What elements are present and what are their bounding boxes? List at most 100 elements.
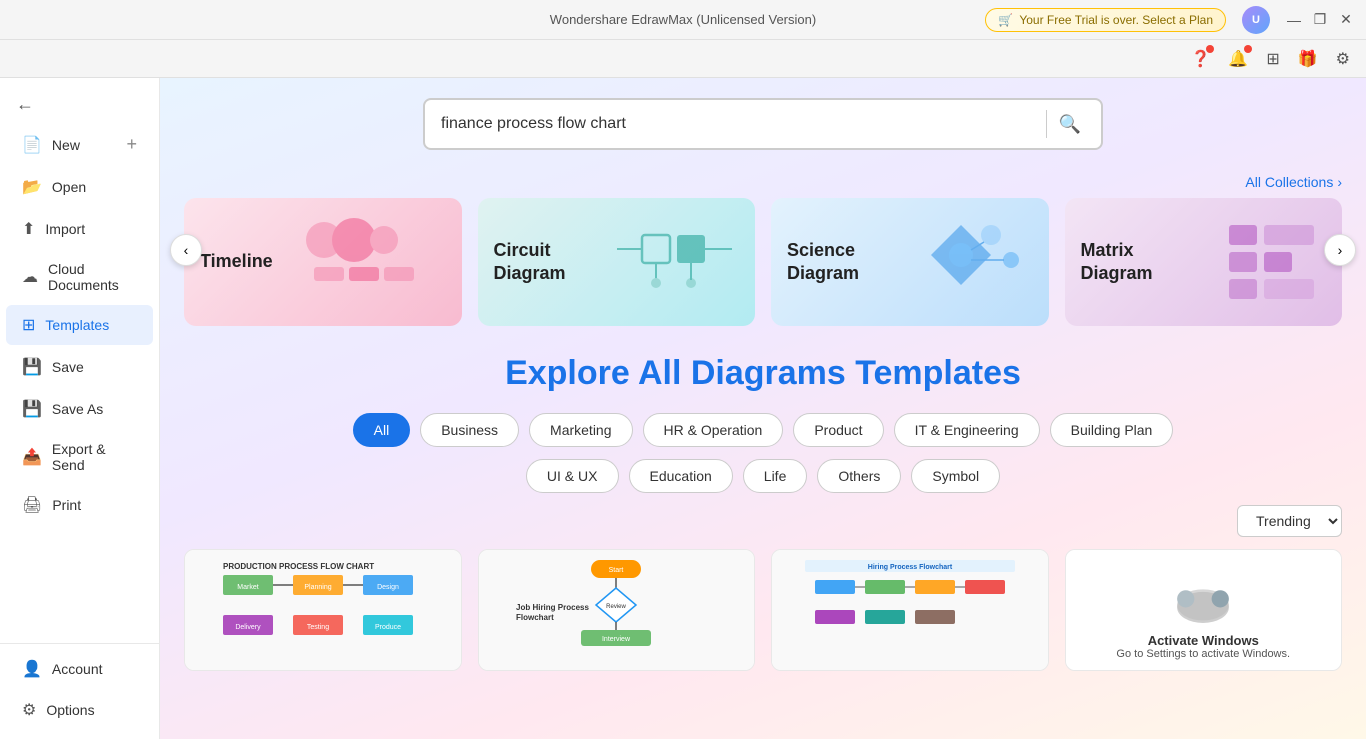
cloud-icon: ☁ xyxy=(22,267,38,287)
sidebar-label-print: Print xyxy=(52,497,81,513)
svg-text:Design: Design xyxy=(377,584,399,591)
trial-banner[interactable]: 🛒 Your Free Trial is over. Select a Plan xyxy=(985,8,1226,32)
sidebar-item-templates[interactable]: ⊞ Templates xyxy=(6,305,153,345)
carousel-prev-button[interactable]: ‹ xyxy=(170,234,202,266)
carousel-label-circuit: Circuit Diagram xyxy=(494,239,614,286)
svg-text:Review: Review xyxy=(606,604,626,610)
filter-uiux[interactable]: UI & UX xyxy=(526,459,619,493)
explore-static-text: Explore xyxy=(505,354,638,392)
filter-others[interactable]: Others xyxy=(817,459,901,493)
search-button[interactable]: 🔍 xyxy=(1055,110,1085,139)
filter-it[interactable]: IT & Engineering xyxy=(894,413,1040,447)
template-card-prod-flow[interactable]: PRODUCTION PROCESS FLOW CHART Market Pla… xyxy=(184,549,462,671)
svg-text:Planning: Planning xyxy=(304,584,331,591)
sidebar-item-print[interactable]: 🖨 Print xyxy=(6,485,153,525)
carousel-label-timeline: Timeline xyxy=(200,250,273,273)
import-icon: ⬆ xyxy=(22,219,35,239)
filter-marketing[interactable]: Marketing xyxy=(529,413,632,447)
sidebar-label-new: New xyxy=(52,137,80,153)
timeline-thumb xyxy=(294,205,454,319)
carousel-card-science[interactable]: Science Diagram xyxy=(771,198,1049,326)
svg-text:Testing: Testing xyxy=(307,624,329,631)
maximize-button[interactable]: ❐ xyxy=(1312,12,1328,28)
carousel-card-circuit[interactable]: Circuit Diagram xyxy=(478,198,756,326)
filter-life[interactable]: Life xyxy=(743,459,808,493)
sidebar-label-export: Export & Send xyxy=(52,441,137,473)
template-thumb-activate: Activate Windows Go to Settings to activ… xyxy=(1066,550,1342,670)
sidebar-item-saveas[interactable]: 💾 Save As xyxy=(6,389,153,429)
filter-education[interactable]: Education xyxy=(629,459,733,493)
options-icon: ⚙ xyxy=(22,700,36,720)
sidebar-bottom: 👤 Account ⚙ Options xyxy=(0,643,159,731)
sidebar-item-cloud[interactable]: ☁ Cloud Documents xyxy=(6,251,153,303)
plus-icon[interactable]: + xyxy=(126,134,137,155)
notification-icon[interactable]: 🔔 xyxy=(1228,49,1248,69)
sidebar-label-cloud: Cloud Documents xyxy=(48,261,137,293)
carousel-card-timeline[interactable]: Timeline xyxy=(184,198,462,326)
window-controls: — ❐ ✕ xyxy=(1286,12,1354,28)
filter-pills: All Business Marketing HR & Operation Pr… xyxy=(184,413,1342,447)
trending-dropdown[interactable]: Trending Newest Popular xyxy=(1237,505,1342,537)
svg-text:Market: Market xyxy=(237,584,258,591)
template-card-hiring-process[interactable]: Hiring Process Flowchart xyxy=(771,549,1049,671)
sidebar-label-templates: Templates xyxy=(45,317,109,333)
filter-symbol[interactable]: Symbol xyxy=(911,459,1000,493)
main-layout: ← 📄 New + 📂 Open ⬆ Import ☁ Cloud Docume… xyxy=(0,78,1366,739)
content-area: 🔍 All Collections › ‹ Timeline xyxy=(160,78,1366,739)
open-icon: 📂 xyxy=(22,177,42,197)
close-button[interactable]: ✕ xyxy=(1338,12,1354,28)
search-input[interactable] xyxy=(441,115,1038,133)
sidebar-item-options[interactable]: ⚙ Options xyxy=(6,690,153,730)
template-thumb-hiring-process: Hiring Process Flowchart xyxy=(772,550,1048,670)
export-icon: 📤 xyxy=(22,447,42,467)
filter-business[interactable]: Business xyxy=(420,413,519,447)
community-icon[interactable]: ⊞ xyxy=(1266,49,1279,69)
filter-product[interactable]: Product xyxy=(793,413,883,447)
search-divider xyxy=(1046,110,1047,138)
sidebar-label-import: Import xyxy=(45,221,85,237)
sidebar-label-open: Open xyxy=(52,179,86,195)
template-card-job-hiring[interactable]: Start Review Interview Job Hiring Proces… xyxy=(478,549,756,671)
sidebar-label-save: Save xyxy=(52,359,84,375)
carousel-label-science: Science Diagram xyxy=(787,239,907,286)
svg-text:Produce: Produce xyxy=(375,624,401,631)
titlebar-right: 🛒 Your Free Trial is over. Select a Plan… xyxy=(985,6,1354,34)
filter-pills-row2: UI & UX Education Life Others Symbol xyxy=(184,459,1342,493)
search-box: 🔍 xyxy=(423,98,1103,150)
sidebar-item-import[interactable]: ⬆ Import xyxy=(6,209,153,249)
settings-icon[interactable]: ⚙ xyxy=(1336,49,1350,69)
sidebar-item-new[interactable]: 📄 New + xyxy=(6,124,153,165)
svg-text:Hiring Process Flowchart: Hiring Process Flowchart xyxy=(868,564,953,571)
carousel-track: Timeline Circuit Diagram xyxy=(184,198,1342,326)
svg-text:Delivery: Delivery xyxy=(235,624,261,631)
all-collections-link[interactable]: All Collections › xyxy=(184,174,1342,190)
templates-icon: ⊞ xyxy=(22,315,35,335)
activate-title: Activate Windows xyxy=(1148,633,1259,648)
filter-building[interactable]: Building Plan xyxy=(1050,413,1174,447)
sidebar-item-export[interactable]: 📤 Export & Send xyxy=(6,431,153,483)
avatar[interactable]: U xyxy=(1242,6,1270,34)
carousel-label-matrix: Matrix Diagram xyxy=(1081,239,1201,286)
help-icon[interactable]: ❓ xyxy=(1190,49,1210,69)
sidebar: ← 📄 New + 📂 Open ⬆ Import ☁ Cloud Docume… xyxy=(0,78,160,739)
filter-all[interactable]: All xyxy=(353,413,411,447)
explore-highlight-text: All Diagrams Templates xyxy=(638,354,1021,392)
sidebar-item-open[interactable]: 📂 Open xyxy=(6,167,153,207)
template-thumb-job-hiring: Start Review Interview Job Hiring Proces… xyxy=(479,550,755,670)
cart-icon: 🛒 xyxy=(998,13,1013,27)
sidebar-item-save[interactable]: 💾 Save xyxy=(6,347,153,387)
filter-hr[interactable]: HR & Operation xyxy=(643,413,784,447)
template-grid: PRODUCTION PROCESS FLOW CHART Market Pla… xyxy=(184,549,1342,687)
carousel-next-button[interactable]: › xyxy=(1324,234,1356,266)
svg-text:Job Hiring Process: Job Hiring Process xyxy=(516,603,589,612)
back-button[interactable]: ← xyxy=(0,86,159,123)
app-title: Wondershare EdrawMax (Unlicensed Version… xyxy=(550,12,816,27)
new-icon: 📄 xyxy=(22,135,42,155)
sidebar-item-account[interactable]: 👤 Account xyxy=(6,649,153,689)
minimize-button[interactable]: — xyxy=(1286,12,1302,28)
template-card-activate[interactable]: Activate Windows Go to Settings to activ… xyxy=(1065,549,1343,671)
gift-icon[interactable]: 🎁 xyxy=(1298,49,1318,69)
trial-text: Your Free Trial is over. Select a Plan xyxy=(1019,13,1213,27)
carousel-card-matrix[interactable]: Matrix Diagram xyxy=(1065,198,1343,326)
sidebar-label-account: Account xyxy=(52,661,103,677)
